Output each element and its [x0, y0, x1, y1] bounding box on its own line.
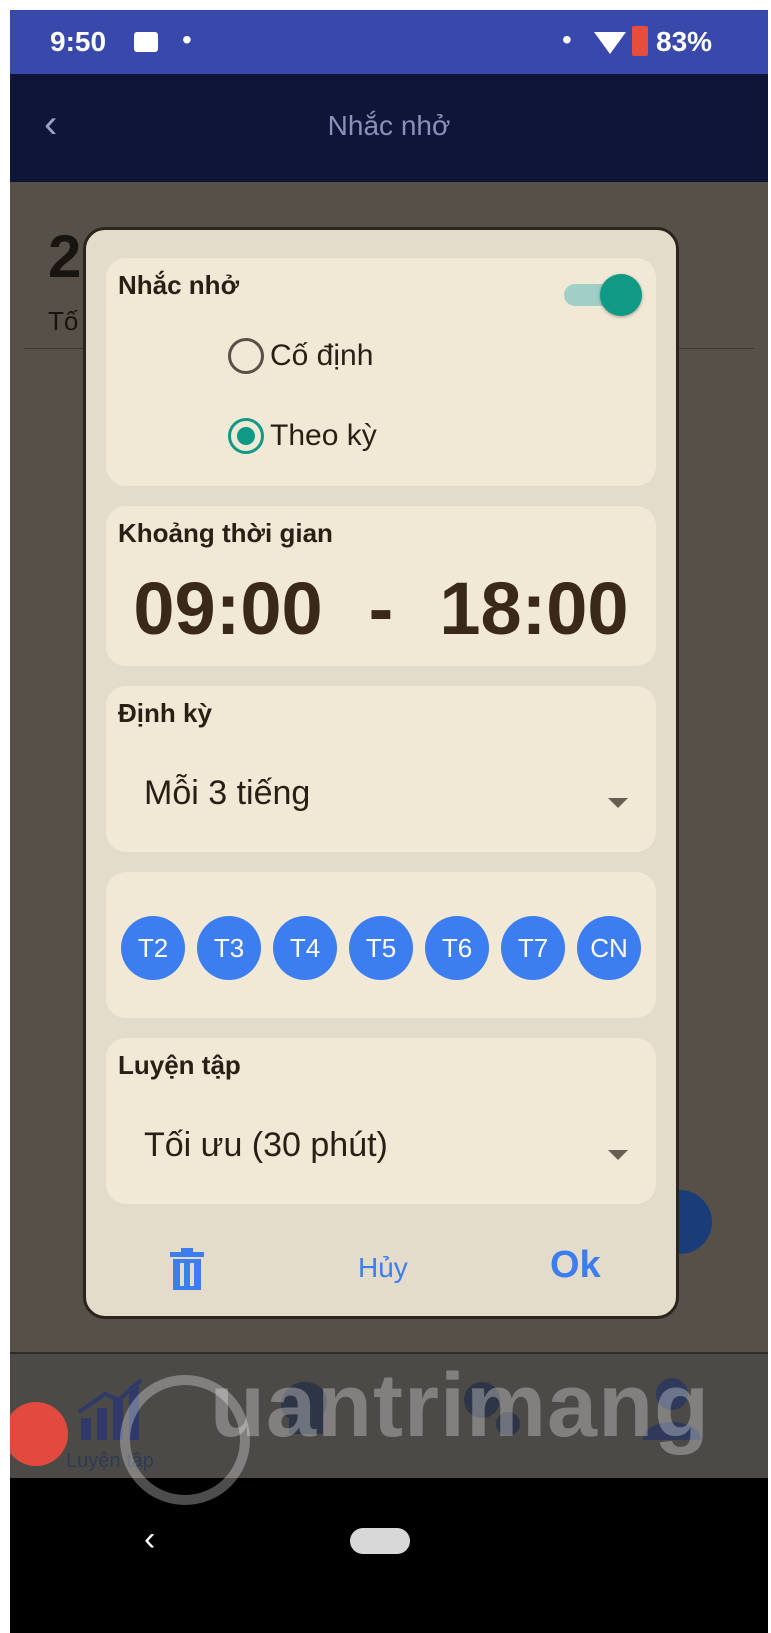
time-range-title: Khoảng thời gian — [118, 518, 333, 548]
radio-label: Cố định — [270, 339, 374, 372]
radio-periodic[interactable]: Theo kỳ — [228, 414, 377, 458]
period-dropdown[interactable]: Mỗi 3 tiếng — [106, 758, 656, 828]
system-back-icon[interactable]: ‹ — [144, 1520, 155, 1559]
trash-icon[interactable] — [170, 1248, 204, 1290]
cancel-button[interactable]: Hủy — [358, 1252, 408, 1284]
status-dot: • — [182, 24, 192, 55]
phone-screen: 9:50 • • 83% ‹ Nhắc nhở 21:00 Tố Luyện t… — [10, 10, 768, 1633]
battery-level: 83% — [656, 26, 713, 57]
time-separator: - — [368, 567, 394, 650]
day-selector: T2 T3 T4 T5 T6 T7 CN — [121, 916, 641, 980]
system-home-pill[interactable] — [350, 1528, 410, 1554]
practice-value: Tối ưu (30 phút) — [144, 1126, 388, 1164]
status-time: 9:50 — [50, 26, 107, 57]
practice-title: Luyện tập — [118, 1050, 241, 1080]
chevron-down-icon — [608, 1150, 628, 1160]
radio-button — [228, 338, 264, 374]
radio-fixed[interactable]: Cố định — [228, 334, 373, 378]
battery-icon — [632, 26, 648, 56]
toggle-thumb — [600, 274, 642, 316]
start-time[interactable]: 09:00 — [133, 566, 322, 651]
period-title: Định kỳ — [118, 698, 212, 728]
app-bar: ‹ Nhắc nhở — [10, 74, 768, 182]
period-card: Định kỳ Mỗi 3 tiếng — [106, 686, 656, 852]
day-t6[interactable]: T6 — [425, 916, 489, 980]
image-notification-icon — [134, 32, 158, 52]
day-cn[interactable]: CN — [577, 916, 641, 980]
reminder-subtitle: Tố — [48, 306, 79, 336]
days-card: T2 T3 T4 T5 T6 T7 CN — [106, 872, 656, 1018]
dialog-actions: Hủy Ok — [86, 1240, 676, 1300]
ok-button[interactable]: Ok — [550, 1244, 601, 1287]
day-t2[interactable]: T2 — [121, 916, 185, 980]
day-t5[interactable]: T5 — [349, 916, 413, 980]
practice-dropdown[interactable]: Tối ưu (30 phút) — [106, 1110, 656, 1180]
reminder-card: Nhắc nhở Cố định Theo kỳ — [106, 258, 656, 486]
day-t3[interactable]: T3 — [197, 916, 261, 980]
practice-card: Luyện tập Tối ưu (30 phút) — [106, 1038, 656, 1204]
time-range-card: Khoảng thời gian 09:00-18:00 — [106, 506, 656, 666]
watermark: uantrimang — [210, 1356, 711, 1456]
reminder-dialog: Nhắc nhở Cố định Theo kỳ Khoảng thời gia… — [83, 227, 679, 1319]
reminder-title: Nhắc nhở — [118, 270, 240, 300]
status-bar: 9:50 • • 83% — [10, 10, 768, 74]
day-t4[interactable]: T4 — [273, 916, 337, 980]
day-t7[interactable]: T7 — [501, 916, 565, 980]
system-navigation-bar: ‹ — [10, 1478, 768, 1633]
end-time[interactable]: 18:00 — [439, 566, 628, 651]
time-range-values: 09:00-18:00 — [106, 566, 656, 651]
page-title: Nhắc nhở — [327, 110, 451, 141]
reminder-toggle[interactable] — [562, 272, 644, 316]
period-value: Mỗi 3 tiếng — [144, 774, 311, 812]
status-dot-right: • — [562, 24, 572, 55]
radio-label: Theo kỳ — [270, 419, 377, 452]
chevron-down-icon — [608, 798, 628, 808]
wifi-icon — [594, 32, 626, 54]
radio-button — [228, 418, 264, 454]
